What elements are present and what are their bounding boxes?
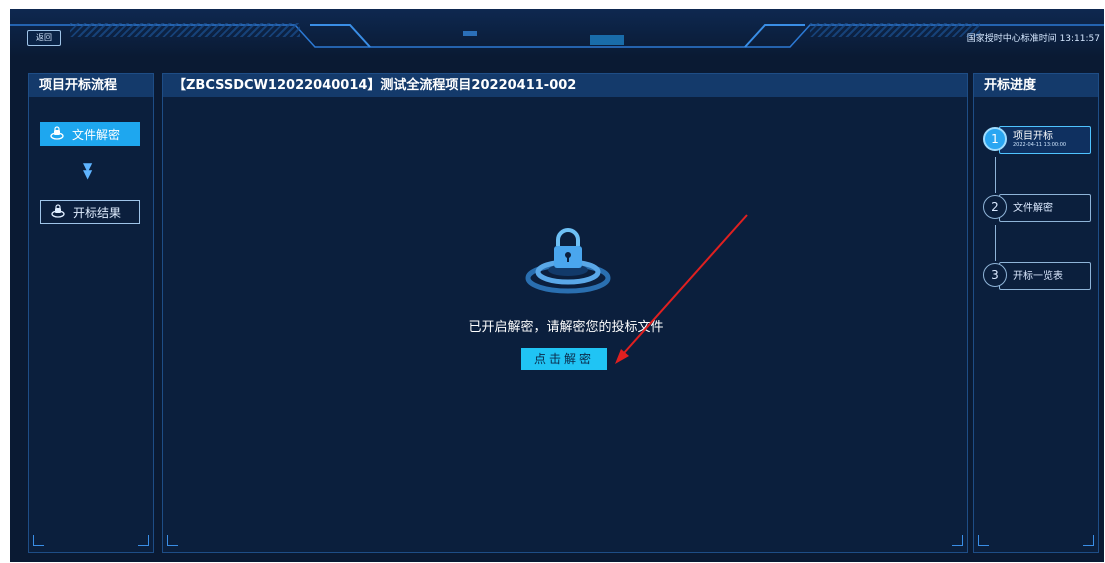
- panel-corner: [1083, 535, 1094, 546]
- progress-panel-title: 开标进度: [974, 74, 1098, 97]
- step-number: 3: [983, 263, 1007, 287]
- progress-connector: [995, 157, 996, 193]
- app-window: 返回 国家授时中心标准时间 13:11:57 项目开标流程 文件解密 ▼ ▼ 开标…: [10, 9, 1104, 562]
- standard-time-clock: 国家授时中心标准时间 13:11:57: [966, 34, 1100, 44]
- lock-icon: [51, 203, 65, 221]
- progress-connector: [995, 225, 996, 261]
- step-number: 1: [983, 127, 1007, 151]
- panel-corner: [33, 535, 44, 546]
- step-date: 2022-04-11 13:00:00: [1013, 142, 1067, 148]
- progress-step-file-decrypt: 2 文件解密: [983, 192, 1091, 224]
- header-hatch-left: [70, 23, 300, 37]
- panel-corner: [952, 535, 963, 546]
- back-button[interactable]: 返回: [27, 30, 61, 46]
- progress-step-bid-summary: 3 开标一览表: [983, 260, 1091, 292]
- step-label: 开标结果: [73, 205, 122, 220]
- project-title: 【ZBCSSDCW12022040014】测试全流程项目20220411-002: [163, 74, 967, 97]
- progress-step-bid-opening: 1 项目开标 2022-04-11 13:00:00: [983, 124, 1091, 156]
- annotation-arrow: [615, 214, 748, 364]
- step-label: 项目开标: [1013, 131, 1053, 142]
- panel-corner: [138, 535, 149, 546]
- lock-illustration-icon: [523, 224, 613, 296]
- process-panel-title: 项目开标流程: [29, 74, 153, 97]
- step-bid-result[interactable]: 开标结果: [40, 200, 140, 224]
- decrypt-message: 已开启解密，请解密您的投标文件: [468, 320, 664, 335]
- process-panel: 项目开标流程 文件解密 ▼ ▼ 开标结果: [28, 73, 154, 553]
- chevron-down-icon: ▼ ▼: [83, 160, 93, 181]
- step-label: 文件解密: [72, 127, 121, 142]
- step-label: 开标一览表: [1013, 271, 1063, 282]
- top-bar: 返回 国家授时中心标准时间 13:11:57: [10, 9, 1104, 57]
- header-hatch-right: [810, 23, 980, 37]
- main-panel: 【ZBCSSDCW12022040014】测试全流程项目20220411-002…: [162, 73, 968, 553]
- panel-corner: [167, 535, 178, 546]
- step-number: 2: [983, 195, 1007, 219]
- click-decrypt-button[interactable]: 点击解密: [521, 348, 607, 370]
- step-file-decrypt[interactable]: 文件解密: [40, 122, 140, 146]
- progress-panel: 开标进度 1 项目开标 2022-04-11 13:00:00 2 文件解密 3…: [973, 73, 1099, 553]
- step-label: 文件解密: [1013, 203, 1053, 214]
- lock-icon: [50, 125, 64, 143]
- panel-corner: [978, 535, 989, 546]
